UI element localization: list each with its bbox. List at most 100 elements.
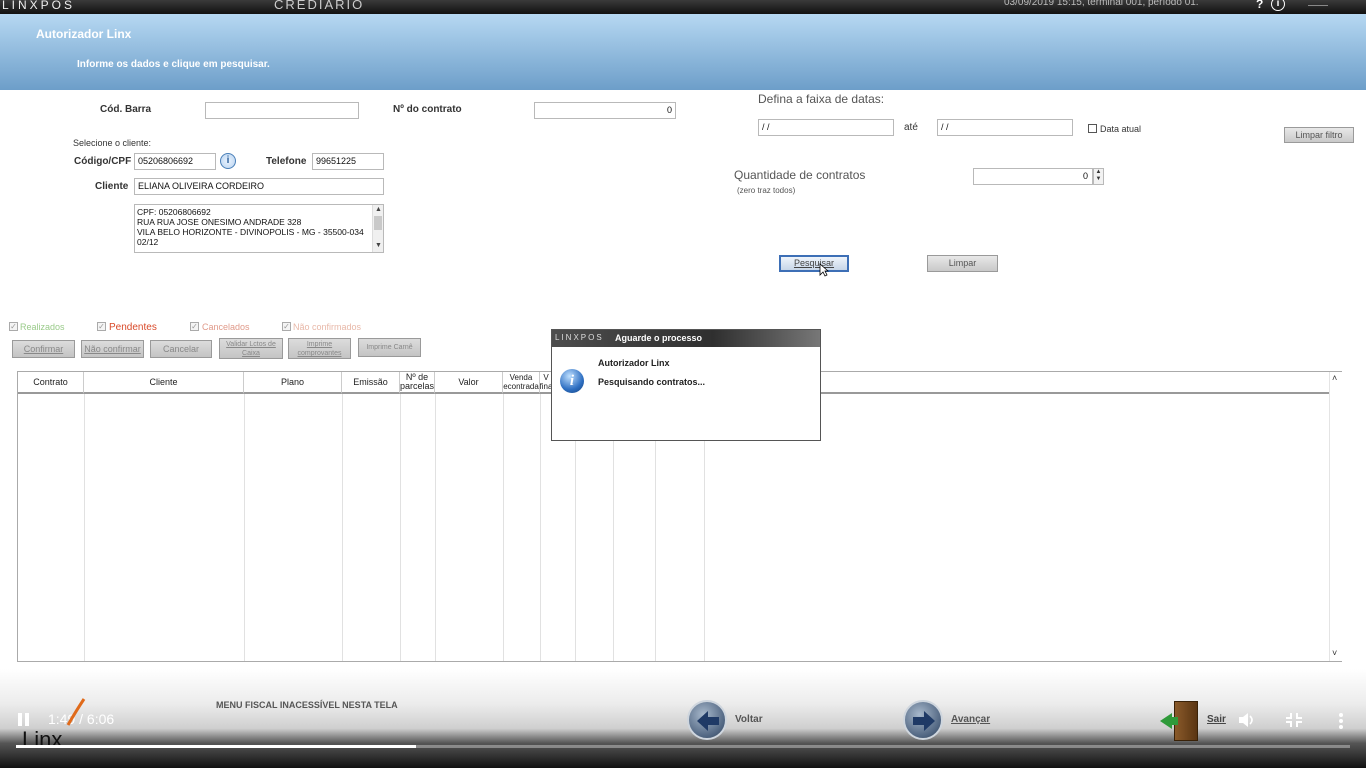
dialog-title-bar: LINXPOS Aguarde o processo	[552, 330, 820, 347]
scroll-down-icon[interactable]: ▼	[375, 242, 382, 249]
progress-track[interactable]	[16, 745, 1350, 748]
date-range-label: Defina a faixa de datas:	[758, 92, 885, 106]
current-date-checkbox[interactable]	[1088, 124, 1097, 133]
pending-checkbox[interactable]: ✓	[97, 322, 106, 331]
pause-icon[interactable]	[18, 713, 30, 727]
contract-number-input[interactable]: 0	[534, 102, 676, 119]
minimize-icon[interactable]	[1308, 0, 1328, 6]
clear-button[interactable]: Limpar	[927, 255, 998, 272]
arrow-right-icon	[913, 711, 935, 731]
back-button-label[interactable]: Voltar	[735, 714, 763, 725]
bottom-bar: MENU FISCAL INACESSÍVEL NESTA TELA Volta…	[0, 669, 1366, 768]
scroll-down-icon[interactable]: ˅	[1332, 648, 1337, 658]
brand-logo: LINXPOS	[2, 0, 76, 12]
column-divider	[503, 394, 504, 661]
validate-line1: Validar Lctos de	[226, 341, 276, 348]
table-scrollbar[interactable]: ˄ ˅	[1329, 372, 1342, 661]
quantity-note: (zero traz todos)	[737, 186, 796, 195]
current-date-label: Data atual	[1100, 124, 1142, 134]
column-divider	[84, 394, 85, 661]
confirm-button[interactable]: Confirmar	[12, 340, 75, 358]
quantity-label: Quantidade de contratos	[734, 168, 866, 182]
column-divider	[342, 394, 343, 661]
info-icon[interactable]: i	[1271, 0, 1285, 11]
print-receipts-button[interactable]: Imprime comprovantes	[288, 338, 351, 359]
client-detail-line: 02/12	[137, 237, 159, 247]
column-header-plan[interactable]: Plano	[244, 372, 342, 394]
client-details-text: CPF: 05206806692 RUA RUA JOSE ONESIMO AN…	[137, 207, 364, 247]
print-receipts-line2: comprovantes	[297, 350, 342, 357]
page-title: Autorizador Linx	[36, 27, 132, 41]
session-status: 03/09/2019 15:15, terminal 001, período …	[1004, 0, 1199, 8]
cancelled-label: Cancelados	[202, 322, 250, 332]
client-label: Cliente	[95, 181, 129, 192]
quantity-input[interactable]: 0	[973, 168, 1093, 185]
arrow-left-icon	[697, 711, 719, 731]
realized-checkbox[interactable]: ✓	[9, 322, 18, 331]
unconfirmed-label: Não confirmados	[293, 322, 362, 332]
validate-entries-button[interactable]: Validar Lctos de Caixa	[219, 338, 283, 359]
column-header-client[interactable]: Cliente	[84, 372, 244, 394]
dialog-title: Aguarde o processo	[615, 333, 703, 343]
column-header-sale-found[interactable]: Venda econtrada	[503, 372, 540, 394]
scroll-up-icon[interactable]: ▲	[375, 206, 382, 213]
column-header-issue[interactable]: Emissão	[342, 372, 400, 394]
mouse-cursor-icon	[819, 263, 829, 277]
client-detail-line: CPF: 05206806692	[137, 207, 211, 217]
forward-button-label[interactable]: Avançar	[951, 714, 990, 725]
dialog-message: Pesquisando contratos...	[598, 377, 706, 387]
forward-button-icon[interactable]	[903, 700, 943, 740]
unconfirmed-checkbox[interactable]: ✓	[282, 322, 291, 331]
validate-line2: Caixa	[242, 350, 260, 357]
sale-line2: econtrada	[503, 382, 539, 391]
column-header-installments[interactable]: Nº de parcelas	[400, 372, 435, 394]
cancelled-checkbox[interactable]: ✓	[190, 322, 199, 331]
scroll-up-icon[interactable]: ˄	[1332, 373, 1337, 383]
client-details-box[interactable]: CPF: 05206806692 RUA RUA JOSE ONESIMO AN…	[134, 204, 384, 253]
column-divider	[540, 394, 541, 661]
wait-dialog: LINXPOS Aguarde o processo i Autorizador…	[551, 329, 821, 441]
search-button[interactable]: Pesquisar	[779, 255, 849, 272]
client-detail-line: RUA RUA JOSE ONESIMO ANDRADE 328	[137, 217, 302, 227]
exit-fullscreen-icon[interactable]	[1286, 713, 1302, 727]
not-confirm-button[interactable]: Não confirmar	[81, 340, 144, 358]
contract-number-label: Nº do contrato	[393, 104, 462, 115]
quantity-stepper[interactable]: ▲ ▼	[1093, 168, 1104, 185]
more-options-icon[interactable]	[1339, 713, 1343, 729]
date-from-input[interactable]: / /	[758, 119, 894, 136]
final-line1: V	[543, 373, 549, 382]
pending-label: Pendentes	[109, 322, 157, 333]
linx-logo: Linx	[22, 727, 63, 752]
fiscal-menu-notice: MENU FISCAL INACESSÍVEL NESTA TELA	[216, 700, 398, 710]
volume-icon[interactable]	[1238, 712, 1256, 728]
barcode-input[interactable]	[205, 102, 359, 119]
help-icon[interactable]: ?	[1256, 0, 1263, 11]
details-scrollbar[interactable]: ▲ ▼	[372, 205, 383, 252]
print-receipts-line1: Imprime	[306, 341, 333, 348]
back-button-icon[interactable]	[687, 700, 727, 740]
column-header-value[interactable]: Valor	[435, 372, 503, 394]
client-input[interactable]: ELIANA OLIVEIRA CORDEIRO	[134, 178, 384, 195]
exit-door-icon[interactable]	[1160, 701, 1202, 741]
exit-button-label[interactable]: Sair	[1207, 714, 1226, 725]
barcode-label: Cód. Barra	[100, 104, 152, 115]
realized-label: Realizados	[20, 322, 65, 332]
print-booklet-button[interactable]: Imprime Carnê	[358, 338, 421, 357]
scroll-thumb[interactable]	[374, 216, 382, 230]
column-header-contract[interactable]: Contrato	[18, 372, 84, 394]
page-header: Autorizador Linx Informe os dados e cliq…	[0, 14, 1366, 90]
phone-input[interactable]: 99651225	[312, 153, 384, 170]
client-detail-line: VILA BELO HORIZONTE - DIVINOPOLIS - MG -…	[137, 227, 364, 237]
client-info-icon[interactable]: i	[220, 153, 236, 169]
column-divider	[435, 394, 436, 661]
phone-label: Telefone	[266, 156, 307, 167]
date-to-label: até	[904, 122, 918, 133]
column-divider	[244, 394, 245, 661]
code-cpf-input[interactable]: 05206806692	[134, 153, 216, 170]
clear-filter-button[interactable]: Limpar filtro	[1284, 127, 1354, 143]
installments-line2: parcelas	[399, 381, 435, 391]
cancel-button[interactable]: Cancelar	[150, 340, 212, 358]
date-to-input[interactable]: / /	[937, 119, 1073, 136]
info-icon: i	[560, 369, 584, 393]
dialog-brand: LINXPOS	[555, 333, 604, 342]
